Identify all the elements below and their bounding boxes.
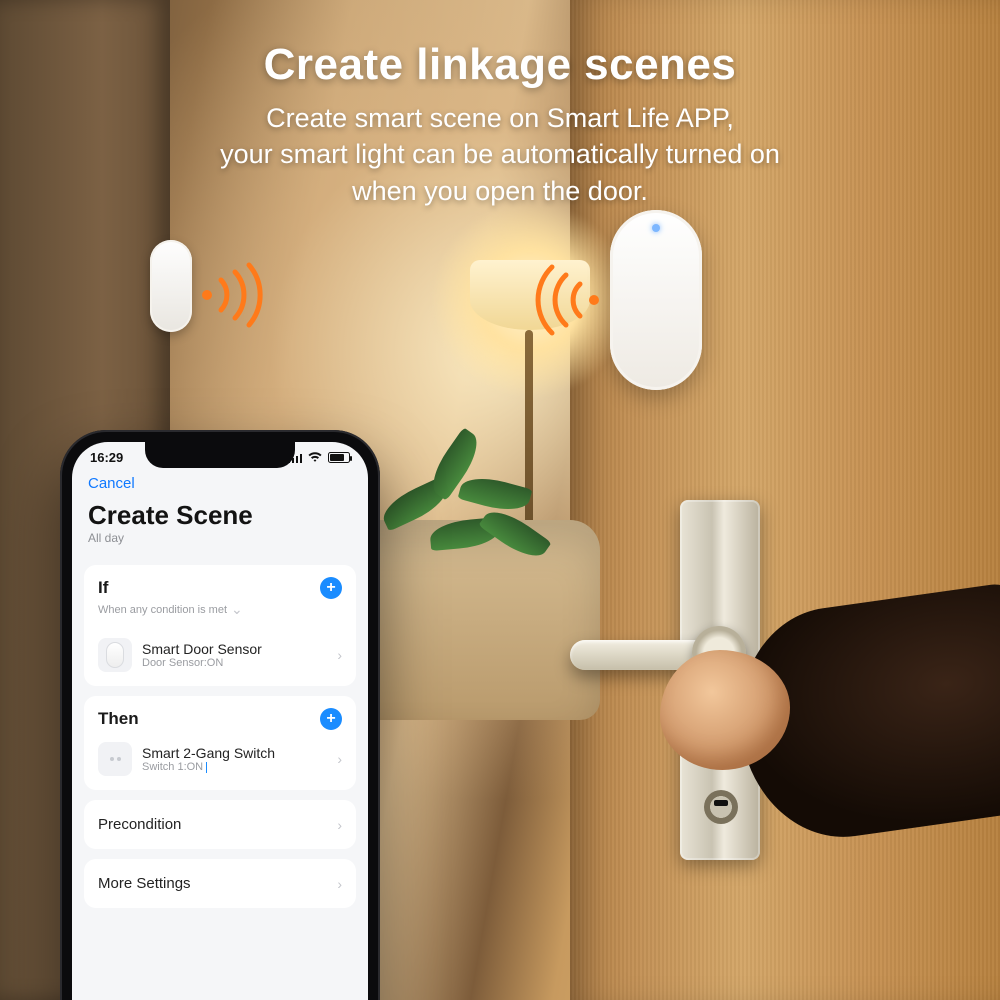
more-settings-row[interactable]: More Settings › xyxy=(84,859,356,908)
switch-icon xyxy=(98,742,132,776)
door-sensor-icon xyxy=(98,638,132,672)
status-time: 16:29 xyxy=(90,450,123,465)
action-title: Smart 2-Gang Switch xyxy=(142,745,275,761)
then-title: Then xyxy=(98,709,139,729)
phone-notch xyxy=(145,442,295,468)
promo-scene: Create linkage scenes Create smart scene… xyxy=(0,0,1000,1000)
chevron-right-icon: › xyxy=(337,817,342,833)
condition-row[interactable]: Smart Door Sensor Door Sensor:ON › xyxy=(84,628,356,686)
if-title: If xyxy=(98,578,108,598)
phone-mockup: 16:29 Cancel Create Scene All day If + W… xyxy=(60,430,380,1000)
condition-subtitle: Door Sensor:ON xyxy=(142,657,262,669)
chevron-down-icon: ⌄ xyxy=(231,601,243,618)
phone-screen: 16:29 Cancel Create Scene All day If + W… xyxy=(72,442,368,1000)
condition-title: Smart Door Sensor xyxy=(142,641,262,657)
add-condition-button[interactable]: + xyxy=(320,577,342,599)
if-card: If + When any condition is met ⌄ Smart D… xyxy=(84,565,356,686)
signal-wave-left-icon xyxy=(195,260,265,330)
door-sensor-magnet xyxy=(150,240,192,332)
chevron-right-icon: › xyxy=(337,751,342,767)
page-title: Create Scene xyxy=(72,498,368,531)
cancel-button[interactable]: Cancel xyxy=(72,465,368,498)
chevron-right-icon: › xyxy=(337,876,342,892)
chevron-right-icon: › xyxy=(337,647,342,663)
battery-icon xyxy=(328,452,350,463)
hero-subtitle: Create smart scene on Smart Life APP, yo… xyxy=(0,100,1000,209)
hand xyxy=(640,560,1000,860)
plant xyxy=(370,430,550,590)
action-subtitle: Switch 1:ON xyxy=(142,761,275,773)
then-card: Then + Smart 2-Gang Switch Switch 1:ON › xyxy=(84,696,356,790)
text-cursor xyxy=(206,762,207,773)
if-subtitle: When any condition is met xyxy=(98,604,227,616)
precondition-row[interactable]: Precondition › xyxy=(84,800,356,849)
precondition-label: Precondition xyxy=(98,816,181,833)
add-action-button[interactable]: + xyxy=(320,708,342,730)
signal-wave-right-icon xyxy=(528,260,608,340)
if-subtitle-row[interactable]: When any condition is met ⌄ xyxy=(84,601,356,628)
page-subtitle: All day xyxy=(72,531,368,555)
hero-title: Create linkage scenes xyxy=(0,40,1000,90)
action-row[interactable]: Smart 2-Gang Switch Switch 1:ON › xyxy=(84,732,356,790)
door-sensor-main xyxy=(610,210,702,390)
wifi-icon xyxy=(308,452,322,463)
more-settings-label: More Settings xyxy=(98,875,191,892)
